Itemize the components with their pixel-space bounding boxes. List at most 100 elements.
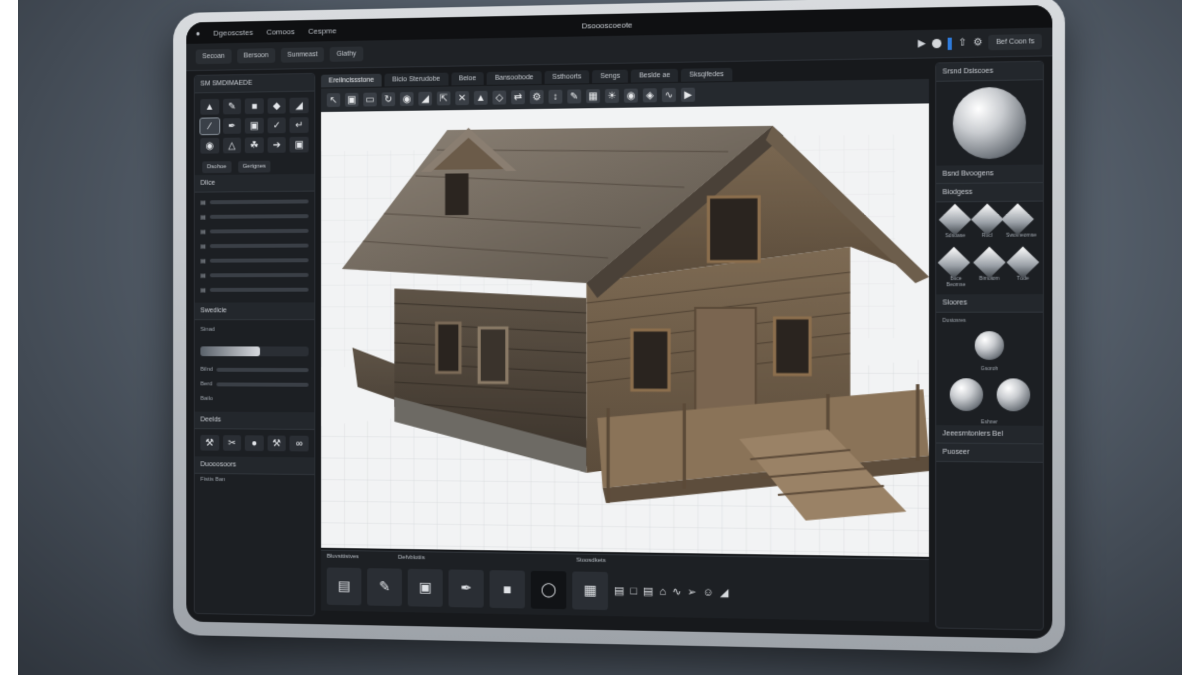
share-icon[interactable]: ⇧ [958,37,967,48]
sphere-icon[interactable]: ◉ [400,92,414,106]
list-item[interactable]: ▤ [200,284,308,296]
paint-icon[interactable]: ✎ [567,89,581,103]
material-item[interactable]: Bsce Beomse [942,251,969,288]
tab-5[interactable]: Ssthoorts [544,70,589,84]
material-preview-sphere[interactable] [953,87,1026,160]
hammer-icon[interactable]: ⚒ [267,435,286,451]
measure-icon[interactable]: ↕ [549,90,563,104]
wedge-icon[interactable]: ◢ [418,92,432,106]
wrench-icon[interactable]: ⚒ [200,435,218,451]
diamond-tool-icon[interactable]: ◆ [267,98,286,114]
frame-icon[interactable]: ▤ [614,584,624,597]
knife-tool-icon[interactable]: ✓ [267,117,286,133]
cube-icon[interactable]: ▣ [345,93,358,107]
shelf-label-3: Stoosdkets [576,558,605,564]
bevel-icon[interactable]: ◇ [492,91,506,105]
settings-icon[interactable]: ⚙ [973,37,982,48]
list-item[interactable]: ▤ [200,196,308,209]
material-item[interactable]: Sdsoase [944,208,967,239]
rotate-icon[interactable]: ↻ [382,92,396,106]
node-icon[interactable]: ◈ [643,88,657,102]
square-tool-icon[interactable]: ■ [245,98,264,114]
figure-icon[interactable]: ☺ [703,586,714,598]
tab-4[interactable]: Bansoobode [487,71,541,85]
tab-1[interactable]: Ereilncissstone [321,73,382,87]
drop-tool-icon[interactable]: ◉ [200,138,218,154]
pen-tool-icon[interactable]: ✎ [223,99,242,115]
bucket-tool-icon[interactable]: ☘ [245,137,264,153]
light-icon[interactable]: ☀ [605,89,619,103]
tab-6[interactable]: Sengs [592,69,628,83]
light-sphere[interactable] [975,331,1004,360]
drop-icon[interactable]: ● [245,435,264,451]
tab-8[interactable]: Sksqifedes [681,67,732,81]
opacity-slider[interactable] [200,346,308,356]
wood-icon[interactable]: ▦ [572,571,608,610]
tab-3[interactable]: Beioe [451,72,484,85]
link-icon[interactable]: ∞ [290,436,309,452]
chair-icon[interactable]: □ [630,585,637,597]
axe-tool-icon[interactable]: ↵ [290,117,309,133]
env-sphere-2[interactable] [996,378,1030,411]
list-item[interactable]: ▤ [200,269,308,281]
material-item[interactable]: Rbcl [976,208,999,239]
snap-icon[interactable]: ⚙ [530,90,544,104]
list-item[interactable]: ▤ [200,225,308,237]
tab-2[interactable]: Bicio Sterudobe [385,72,448,86]
tab-7[interactable]: Beslde ae [631,68,678,82]
mirror-icon[interactable]: ⇄ [511,90,525,104]
left-tab-1[interactable]: Dsohoe [202,161,231,173]
play-icon[interactable]: ▶ [918,38,926,49]
house-icon[interactable]: ⌂ [659,585,666,597]
material-item[interactable]: Swomeomse [1006,208,1036,239]
extrude-icon[interactable]: ▲ [474,91,488,105]
table-icon[interactable]: ▤ [327,567,362,605]
cube-asset-icon[interactable]: ■ [490,570,525,608]
material-item[interactable]: Bimoiom [978,251,1001,288]
pen-icon[interactable]: ✎ [367,568,402,606]
dial-icon[interactable]: ◯ [531,570,567,608]
cone-tool-icon[interactable]: △ [223,138,242,154]
path-icon[interactable]: ➢ [687,585,696,598]
left-tab-2[interactable]: Gerignes [238,161,271,173]
grid-icon[interactable]: ▦ [586,89,600,103]
node-graph-icon[interactable]: ∿ [672,585,681,598]
stairs-icon[interactable]: ◢ [720,586,729,599]
scissors-icon[interactable]: ✂ [223,435,242,451]
path-icon[interactable]: ∿ [662,88,676,102]
box-icon[interactable]: ▣ [408,568,443,606]
list-item[interactable]: ▤ [200,254,308,266]
shelf-icon[interactable]: ▤ [643,585,653,598]
line-tool-icon[interactable]: ∕ [200,118,218,134]
toolbar-chip-3[interactable]: Sunmeast [281,47,324,62]
property-block: Sinad [195,320,315,343]
wedge-tool-icon[interactable]: ◢ [290,98,309,114]
left-panel-header: SM SMDIMAEDE [195,74,315,94]
render-icon[interactable]: ▶ [681,88,695,102]
triangle-tool-icon[interactable]: ▲ [200,99,218,115]
brush-icon[interactable]: ✒ [449,569,484,607]
stamp-tool-icon[interactable]: ▣ [290,137,309,153]
menu-item-2[interactable]: Comoos [266,27,294,36]
toolbar-chip-4[interactable]: Glathy [330,47,363,62]
menu-item-3[interactable]: Cespme [308,26,337,35]
apple-icon[interactable]: ● [196,29,201,38]
record-icon[interactable] [932,39,941,48]
toolbar-chip-1[interactable]: Secoan [196,49,232,64]
list-item[interactable]: ▤ [200,240,308,252]
scale-icon[interactable]: ⇱ [437,91,451,105]
cursor-icon[interactable]: ↖ [327,93,340,107]
brush-tool-icon[interactable]: ✒ [223,118,242,134]
plane-icon[interactable]: ▭ [363,93,376,107]
list-item[interactable]: ▤ [200,210,308,223]
arrow-tool-icon[interactable]: ➔ [267,137,286,153]
cut-icon[interactable]: ✕ [455,91,469,105]
3d-viewport[interactable] [321,103,929,556]
menu-item-1[interactable]: Dgeoscstes [213,28,253,38]
toolbar-chip-2[interactable]: Bersoon [237,48,275,63]
box-tool-icon[interactable]: ▣ [245,118,264,134]
env-sphere-1[interactable] [949,378,982,411]
camera-icon[interactable]: ◉ [624,89,638,103]
material-item[interactable]: Tdde [1011,251,1034,288]
toolbar-right-label[interactable]: Bef Coon fs [989,34,1042,50]
